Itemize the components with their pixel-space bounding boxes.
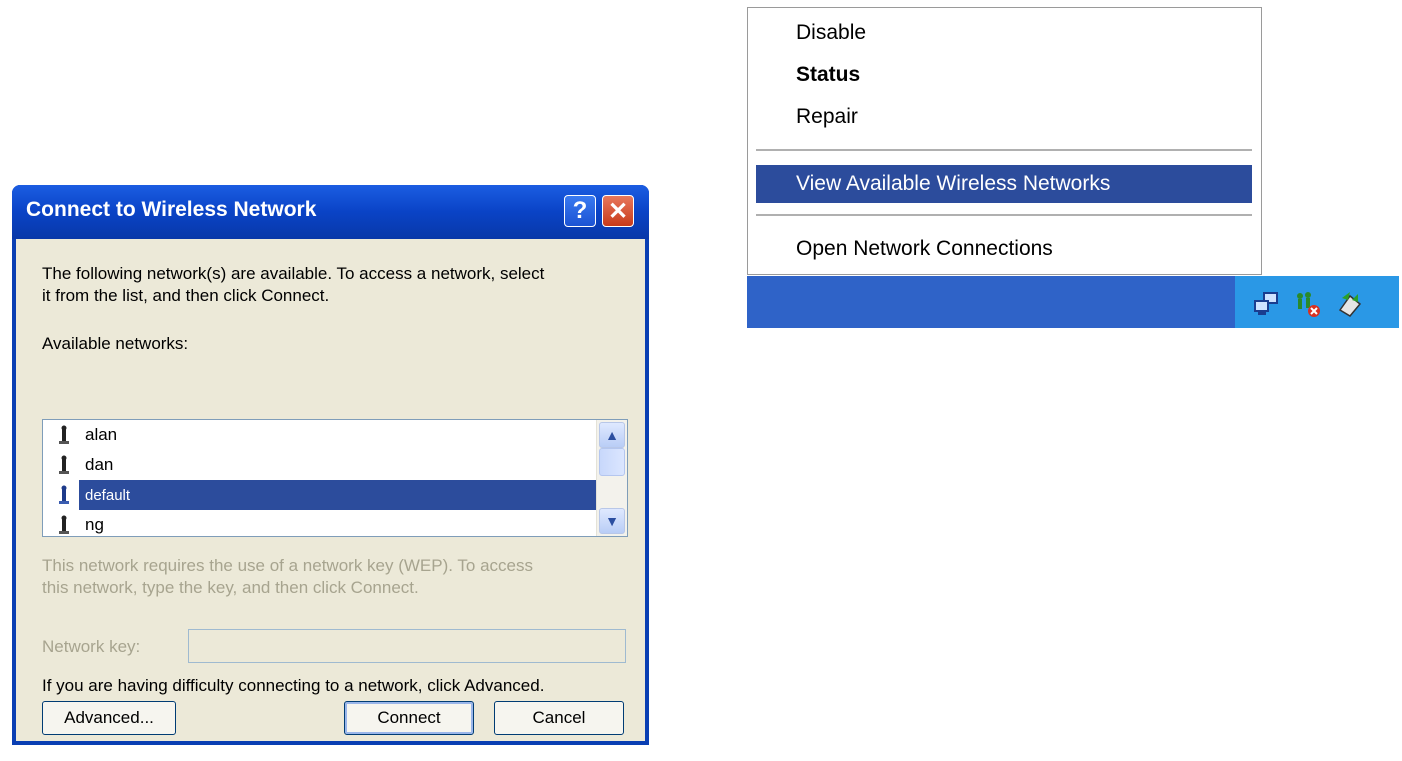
wireless-network-icon [57, 455, 71, 475]
network-item-default[interactable]: default [43, 480, 598, 510]
connect-button[interactable]: Connect [344, 701, 474, 735]
difficulty-text: If you are having difficulty connecting … [42, 676, 545, 695]
menu-separator [756, 214, 1252, 217]
wep-text-line1: This network requires the use of a netwo… [42, 556, 533, 575]
network-name: default [85, 486, 131, 504]
network-item-ng[interactable]: ng [43, 510, 598, 536]
selection-highlight [79, 480, 598, 510]
chevron-down-icon: ▼ [605, 513, 619, 529]
network-connection-icon[interactable] [1252, 290, 1280, 318]
network-item-dan[interactable]: dan [43, 450, 598, 480]
menu-item-open-network-connections[interactable]: Open Network Connections [748, 230, 1261, 268]
menu-item-view-available-wireless-networks[interactable]: View Available Wireless Networks [748, 165, 1261, 203]
network-key-label: Network key: [42, 637, 141, 656]
network-name: ng [85, 515, 104, 534]
networks-listbox[interactable]: alan dan default ng ▲ ▼ [42, 419, 628, 537]
scroll-down-button[interactable]: ▼ [599, 508, 625, 534]
list-scrollbar[interactable]: ▲ ▼ [596, 420, 627, 536]
title-bar[interactable]: Connect to Wireless Network ? ✕ [12, 185, 649, 239]
available-networks-label: Available networks: [42, 334, 189, 353]
scroll-thumb[interactable] [599, 448, 625, 476]
network-item-alan[interactable]: alan [43, 420, 598, 450]
dialog-body: The following network(s) are available. … [16, 239, 645, 741]
help-icon: ? [572, 197, 588, 224]
intro-text-line2: it from the list, and then click Connect… [42, 286, 330, 305]
scroll-up-button[interactable]: ▲ [599, 422, 625, 448]
cancel-button[interactable]: Cancel [494, 701, 624, 735]
safely-remove-hardware-icon[interactable] [1336, 290, 1364, 318]
menu-item-disable[interactable]: Disable [748, 14, 1261, 52]
help-button[interactable]: ? [564, 195, 596, 227]
connect-wireless-dialog: Connect to Wireless Network ? ✕ The foll… [12, 185, 649, 745]
network-context-menu: Disable Status Repair View Available Wir… [747, 7, 1262, 275]
menu-item-repair[interactable]: Repair [748, 98, 1261, 136]
wep-text-line2: this network, type the key, and then cli… [42, 578, 419, 597]
wireless-disconnected-icon[interactable] [1294, 290, 1322, 318]
network-key-input[interactable] [188, 629, 626, 663]
network-name: dan [85, 455, 114, 474]
wireless-network-icon [57, 425, 71, 445]
close-icon: ✕ [607, 197, 629, 225]
chevron-up-icon: ▲ [605, 427, 619, 443]
network-name: alan [85, 425, 118, 444]
wireless-network-icon [57, 485, 71, 505]
wireless-network-icon [57, 515, 71, 535]
close-button[interactable]: ✕ [602, 195, 634, 227]
intro-text-line1: The following network(s) are available. … [42, 264, 545, 283]
menu-item-status[interactable]: Status [748, 56, 1261, 94]
dialog-title: Connect to Wireless Network [26, 198, 317, 221]
advanced-button[interactable]: Advanced... [42, 701, 176, 735]
menu-separator [756, 149, 1252, 152]
